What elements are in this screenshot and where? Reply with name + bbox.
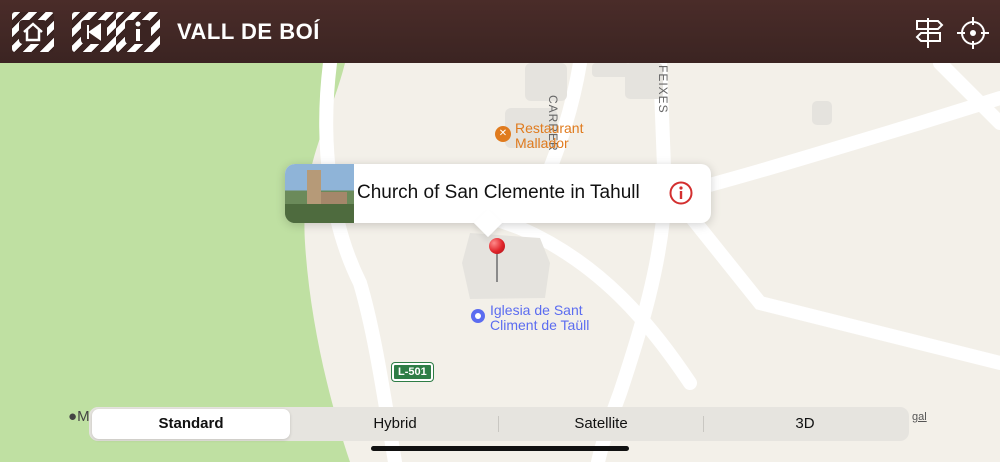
- info-button[interactable]: [116, 12, 160, 52]
- maps-logo: ●M: [68, 408, 90, 425]
- callout-title[interactable]: Church of San Clemente in Tahull: [357, 182, 640, 204]
- legal-link[interactable]: gal: [912, 411, 927, 423]
- top-bar: VALL DE BOÍ: [0, 0, 1000, 63]
- map-type-segmented-control: Standard Hybrid Satellite 3D: [89, 407, 909, 441]
- segment-divider: [703, 416, 704, 432]
- map-type-hybrid[interactable]: Hybrid: [294, 409, 496, 439]
- back-button[interactable]: [72, 12, 116, 52]
- map-pin[interactable]: [489, 238, 505, 284]
- home-icon: [19, 20, 47, 44]
- restaurant-icon[interactable]: ✕: [495, 126, 511, 142]
- poi-restaurant-label[interactable]: Restaurant Mallador: [515, 121, 583, 151]
- segment-divider: [498, 416, 499, 432]
- info-circle-icon[interactable]: [669, 181, 693, 205]
- poi-church-label[interactable]: Iglesia de Sant Climent de Taüll: [490, 303, 589, 333]
- annotation-callout[interactable]: Church of San Clemente in Tahull: [285, 164, 711, 223]
- apple-icon: ●: [68, 408, 78, 425]
- back-icon: [81, 20, 107, 44]
- church-thumbnail: [285, 164, 354, 223]
- info-icon: [125, 20, 151, 44]
- map-type-satellite[interactable]: Satellite: [500, 409, 702, 439]
- signpost-icon[interactable]: [912, 16, 946, 50]
- road-badge: L-501: [392, 363, 433, 381]
- app-title: VALL DE BOÍ: [177, 19, 320, 44]
- map-view[interactable]: CARRER FEIXES ✕ Restaurant Mallador Igle…: [0, 63, 1000, 462]
- church-poi-icon[interactable]: [471, 309, 485, 323]
- home-button[interactable]: [12, 12, 54, 52]
- map-type-3d[interactable]: 3D: [705, 409, 905, 439]
- street-label-feixes: FEIXES: [656, 65, 670, 114]
- home-indicator: [371, 446, 629, 451]
- crosshair-icon[interactable]: [956, 16, 990, 50]
- map-type-standard[interactable]: Standard: [92, 409, 290, 439]
